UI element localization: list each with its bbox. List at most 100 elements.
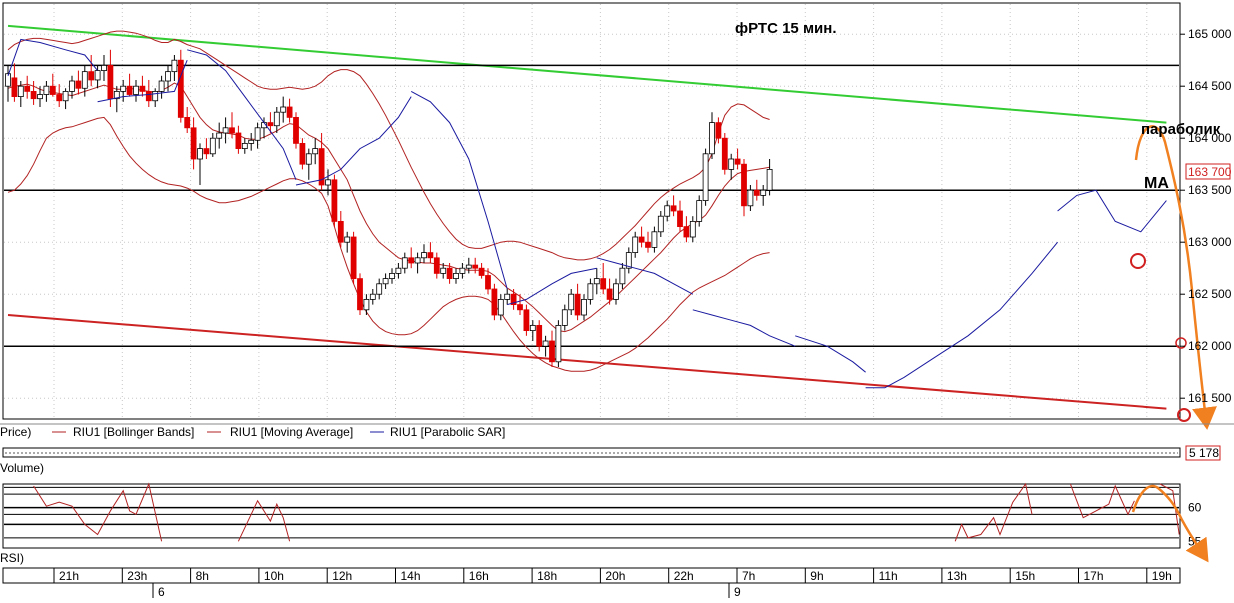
price-pane: фРТС 15 мин. параболик МА 165 000164 500… (2, 2, 1232, 430)
current-price-label: 163 700 (1188, 165, 1232, 179)
candle-body-33 (216, 132, 223, 139)
candle-body-98 (632, 236, 639, 253)
time-tick-label-7: 18h (537, 569, 557, 583)
candle-body-4 (30, 91, 37, 100)
candle-body-111 (715, 122, 722, 139)
candle-body-8 (56, 94, 63, 102)
price-tick-label-3: 163 500 (1188, 183, 1232, 197)
candle-body-7 (49, 85, 56, 95)
candle-body-70 (453, 272, 459, 279)
candle-body-46 (299, 142, 306, 165)
time-tick-label-12: 11h (879, 569, 898, 583)
candle-body-80 (517, 304, 523, 311)
time-tick-label-3: 10h (264, 569, 284, 583)
price-tick-label-5: 162 500 (1188, 287, 1232, 301)
price-tick-label-4: 163 000 (1188, 235, 1232, 249)
time-tick-label-6: 16h (469, 569, 489, 583)
candle-body-117 (753, 189, 760, 196)
candle-body-42 (273, 111, 280, 127)
candle-body-71 (459, 267, 466, 274)
candle-body-118 (760, 189, 767, 196)
candle-body-72 (465, 264, 472, 269)
candle-body-31 (203, 148, 210, 155)
candle-body-37 (241, 142, 248, 149)
candle-body-64 (414, 257, 421, 264)
candle-body-116 (747, 189, 754, 207)
candle-body-62 (401, 257, 408, 269)
time-tick-label-5: 14h (401, 569, 421, 583)
legend: Price) RIU1 [Bollinger Bands] RIU1 [Movi… (0, 423, 1234, 439)
candle-body-14 (94, 70, 101, 81)
candle-body-59 (382, 278, 389, 285)
candle-body-95 (613, 283, 619, 300)
price-tick-label-7: 161 500 (1188, 391, 1232, 405)
chart-title: фРТС 15 мин. (735, 20, 837, 37)
volume-pane: 5 178 Volume) (0, 445, 1221, 475)
annotation-ma: МА (1144, 175, 1169, 192)
day-label-6: 6 (158, 585, 165, 599)
candle-body-23 (152, 91, 159, 102)
candle-body-2 (17, 85, 24, 97)
candle-body-104 (670, 205, 677, 212)
candle-body-60 (389, 272, 395, 279)
candle-body-34 (222, 127, 229, 134)
candle-body-35 (229, 127, 235, 134)
price-axis-ticks: 165 000 164 500 164 000 163 500 163 000 162 5… (1180, 27, 1232, 405)
candle-body-20 (133, 85, 139, 95)
candle-body-78 (504, 293, 511, 300)
candle-body-66 (427, 252, 434, 259)
candle-body-87 (561, 309, 568, 326)
candle-body-75 (485, 275, 491, 290)
candle-body-105 (677, 210, 683, 227)
candle-body-103 (664, 205, 671, 217)
candle-body-58 (376, 283, 383, 295)
candle-body-13 (88, 71, 95, 81)
candle-body-18 (120, 85, 127, 92)
candle-body-41 (267, 122, 274, 127)
candle-body-109 (702, 153, 709, 202)
candle-body-119 (766, 168, 773, 191)
candle-body-19 (126, 85, 133, 95)
candle-body-67 (433, 257, 440, 274)
candle-body-84 (542, 340, 549, 347)
candle-body-76 (491, 288, 498, 316)
time-tick-label-9: 22h (674, 569, 694, 583)
candle-body-96 (619, 267, 626, 285)
candle-body-86 (555, 324, 562, 363)
candle-body-43 (280, 106, 287, 113)
candle-body-91 (587, 283, 594, 300)
candle-body-28 (184, 117, 191, 129)
candle-body-99 (638, 236, 645, 243)
candle-body-74 (478, 267, 485, 276)
legend-parabolic-sar: RIU1 [Parabolic SAR] (390, 425, 505, 439)
candle-body-22 (145, 91, 152, 102)
candle-body-54 (350, 236, 357, 279)
candle-body-88 (568, 293, 575, 311)
candle-body-69 (446, 267, 453, 280)
price-tick-label-1: 164 500 (1188, 79, 1232, 93)
candle-body-6 (43, 85, 50, 95)
time-tick-label-8: 20h (605, 569, 625, 583)
time-tick-label-0: 21h (59, 569, 79, 583)
candle-body-90 (581, 298, 587, 316)
candle-body-24 (158, 80, 165, 92)
candle-body-45 (293, 117, 299, 144)
legend-moving-average: RIU1 [Moving Average] (230, 425, 353, 439)
price-tick-label-0: 165 000 (1188, 27, 1232, 41)
candle-body-63 (408, 257, 415, 264)
candle-body-83 (536, 324, 543, 347)
candle-body-108 (696, 200, 703, 222)
candle-body-56 (363, 298, 370, 311)
candle-body-55 (357, 278, 363, 311)
candle-body-27 (177, 59, 184, 118)
time-tick-label-2: 8h (196, 569, 209, 583)
candle-body-89 (574, 293, 581, 316)
time-tick-label-16: 19h (1152, 569, 1172, 583)
candle-body-82 (529, 324, 536, 331)
candle-body-77 (497, 298, 504, 316)
candle-body-47 (305, 153, 312, 165)
volume-value-label: 5 178 (1189, 446, 1219, 460)
candle-body-93 (600, 278, 607, 290)
time-tick-label-1: 23h (127, 569, 147, 583)
candle-body-100 (645, 241, 651, 248)
